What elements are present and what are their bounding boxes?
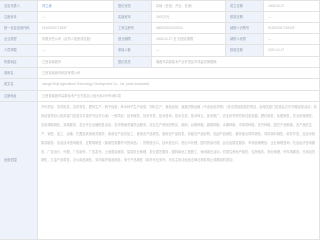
value-approval-date: — bbox=[264, 12, 320, 23]
label-region: 所属地区 bbox=[0, 57, 38, 68]
label-approval-date: 核准日期 bbox=[226, 12, 264, 23]
business-scope-row: 经营范围 许可项目：农药批发，农药零售，肥料生产，种子经营，林木种子生产经营，饲… bbox=[0, 102, 320, 240]
table-row: 企业类型 有限责任公司（自然人投资或控股） 营业期限 2008-04-27 至 … bbox=[0, 34, 320, 45]
value-business-term: 2008-04-27 至 无固定期限 bbox=[152, 34, 226, 45]
label-taxpayer-id: 纳税人识别号 bbox=[226, 23, 264, 34]
table-row: 法定代表人 郑立谦 登记状态 存续（在营、开业、在册） 成立日期 2008-04… bbox=[0, 1, 320, 12]
value-approval-date-2: 2020-04-27 bbox=[264, 45, 320, 57]
label-reg-authority: 登记机关 bbox=[114, 57, 152, 68]
value-founded: 2008-04-27 bbox=[264, 1, 320, 12]
value-english-name: Jiangxi Ruiji Agricultural Technology De… bbox=[38, 79, 320, 91]
label-legal-rep: 法定代表人 bbox=[0, 1, 38, 12]
label-former-name: 曾用名 bbox=[0, 68, 38, 79]
value-legal-rep[interactable]: 郑立谦 bbox=[38, 1, 114, 12]
table-row: 注册资本 — 实缴资本 3000万元 核准日期 — bbox=[0, 12, 320, 23]
table-row: 注册地址 江西省南昌市高新技术产业开发区火炬大街199号4栋1层 bbox=[0, 91, 320, 102]
label-reg-capital: 注册资本 bbox=[0, 12, 38, 23]
value-staff-size: — bbox=[38, 45, 114, 57]
table-row: 人员规模 — 参保人数 — 核准日期 2020-04-27 bbox=[0, 45, 320, 57]
table-row: 统一社会信用代码 9136000071543F 工商注册号 3600001000… bbox=[0, 23, 320, 34]
label-approval-date-2: 核准日期 bbox=[226, 45, 264, 57]
label-address: 注册地址 bbox=[0, 91, 38, 102]
value-paid-capital: 3000万元 bbox=[152, 12, 226, 23]
value-status: 存续（在营、开业、在册） bbox=[152, 1, 226, 12]
value-reg-number: 360000100010004 bbox=[152, 23, 226, 34]
value-region: 江西省南昌市 bbox=[38, 57, 114, 68]
value-credit-code: 9136000071543F bbox=[38, 23, 114, 34]
value-reg-capital: — bbox=[38, 12, 114, 23]
label-paid-capital: 实缴资本 bbox=[114, 12, 152, 23]
label-english-name: 英文名 bbox=[0, 79, 38, 91]
label-staff-size: 人员规模 bbox=[0, 45, 38, 57]
value-reg-authority: 南昌市高新技术产业开发区市场监督管理局 bbox=[152, 57, 320, 68]
company-info-table: 法定代表人 郑立谦 登记状态 存续（在营、开业、在册） 成立日期 2008-04… bbox=[0, 0, 320, 240]
label-taxpayer-qual: 纳税人资质 bbox=[226, 34, 264, 45]
business-scope-cell: 许可项目：农药批发，农药零售，肥料生产，种子经营，林木种子生产经营，饲料生产，食… bbox=[38, 102, 320, 240]
value-taxpayer-qual: — bbox=[264, 34, 320, 45]
table-row: 所属地区 江西省南昌市 登记机关 南昌市高新技术产业开发区市场监督管理局 bbox=[0, 57, 320, 68]
value-taxpayer-id: 91360000715430F bbox=[264, 23, 320, 34]
label-insured-count: 参保人数 bbox=[114, 45, 152, 57]
business-scope-text: 许可项目：农药批发，农药零售，肥料生产，种子经营，林木种子生产经营，饲料生产，食… bbox=[41, 105, 317, 163]
value-address: 江西省南昌市高新技术产业开发区火炬大街199号4栋1层 bbox=[38, 91, 320, 102]
label-business-scope: 经营范围 bbox=[0, 102, 38, 240]
value-insured-count: — bbox=[152, 45, 226, 57]
table-row: 曾用名 江西省南昌市科技有限公司 bbox=[0, 68, 320, 79]
label-founded: 成立日期 bbox=[226, 1, 264, 12]
label-credit-code: 统一社会信用代码 bbox=[0, 23, 38, 34]
value-former-name: 江西省南昌市科技有限公司 bbox=[38, 68, 320, 79]
label-status: 登记状态 bbox=[114, 1, 152, 12]
label-reg-number: 工商注册号 bbox=[114, 23, 152, 34]
table-row: 英文名 Jiangxi Ruiji Agricultural Technolog… bbox=[0, 79, 320, 91]
label-business-term: 营业期限 bbox=[114, 34, 152, 45]
value-company-type: 有限责任公司（自然人投资或控股） bbox=[38, 34, 114, 45]
label-company-type: 企业类型 bbox=[0, 34, 38, 45]
